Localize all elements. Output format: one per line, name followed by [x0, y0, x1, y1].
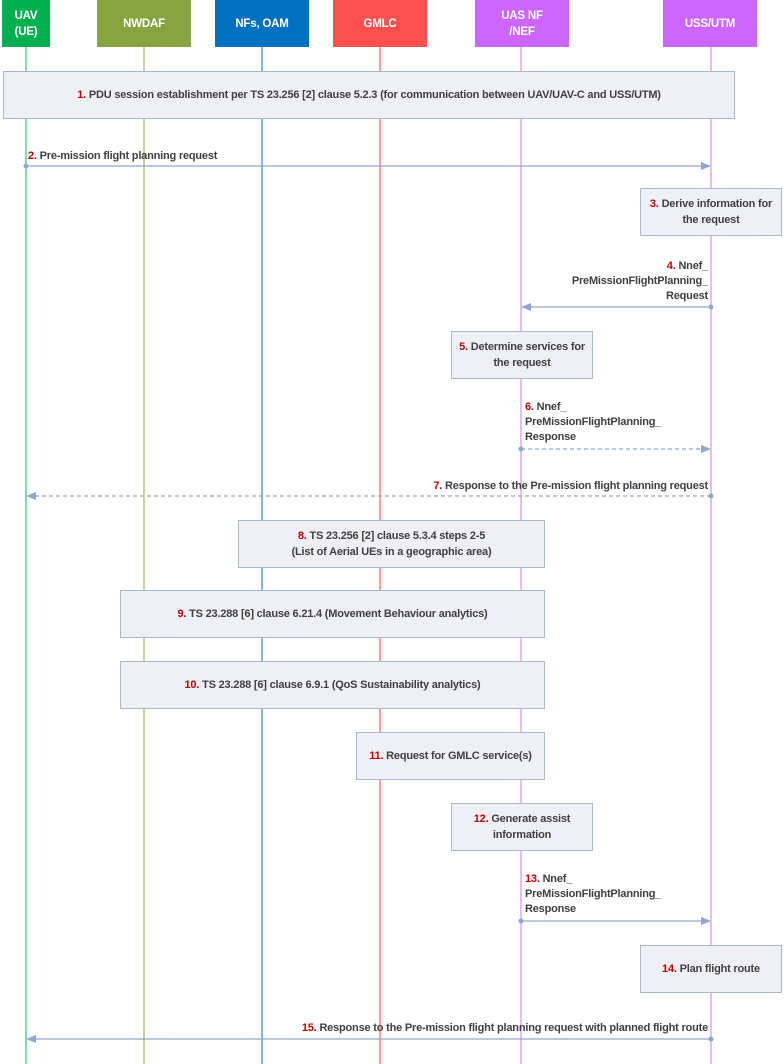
step-6-label: 6. Nnef_ PreMissionFlightPlanning_ Respons… — [525, 401, 662, 443]
arrow-step-13 — [518, 917, 711, 925]
step-7-label: 7. Response to the Pre-mission flight pl… — [433, 480, 708, 492]
participant-nwdaf: NWDAF — [97, 0, 191, 47]
participant-uav: UAV (UE) — [2, 0, 50, 47]
participant-uas-nf-nef: UAS NF /NEF — [475, 0, 569, 47]
arrow-step-7 — [26, 492, 714, 500]
step-3-box: 3. Derive information for the request — [640, 188, 782, 236]
participant-uss-utm: USS/UTM — [663, 0, 757, 47]
participant-gmlc: GMLC — [333, 0, 427, 47]
arrow-step-2 — [23, 162, 711, 170]
step-10-box: 10. TS 23.288 [6] clause 6.9.1 (QoS Sust… — [120, 661, 545, 709]
arrow-step-6 — [518, 445, 711, 453]
step-5-box: 5. Determine services for the request — [451, 331, 593, 379]
step-12-box: 12. Generate assist information — [451, 803, 593, 851]
step-1-box: 1. PDU session establishment per TS 23.2… — [3, 71, 735, 119]
step-11-box: 11. Request for GMLC service(s) — [356, 732, 545, 780]
arrow-step-4 — [521, 303, 714, 311]
step-9-box: 9. TS 23.288 [6] clause 6.21.4 (Movement… — [120, 590, 545, 638]
step-2-label: 2. Pre-mission flight planning request — [28, 150, 218, 162]
step-4-label: 4. Nnef_ PreMissionFlightPlanning_ Request — [571, 260, 708, 302]
participant-nfs-oam: NFs, OAM — [215, 0, 309, 47]
arrow-step-15 — [26, 1035, 714, 1043]
step-14-box: 14. Plan flight route — [640, 945, 782, 993]
step-8-box: 8. TS 23.256 [2] clause 5.3.4 steps 2-5(… — [238, 520, 545, 568]
step-13-label: 13. Nnef_ PreMissionFlightPlanning_ Respon… — [525, 873, 662, 915]
step-15-label: 15. Response to the Pre-mission flight p… — [301, 1022, 708, 1034]
